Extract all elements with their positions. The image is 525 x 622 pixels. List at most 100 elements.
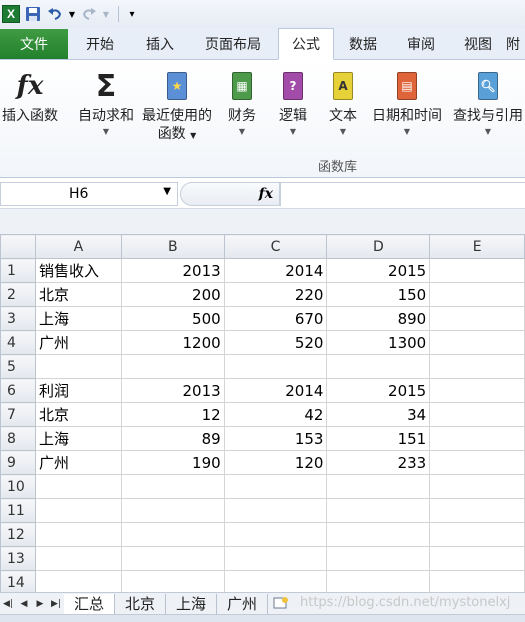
cell[interactable]: 上海 [34,306,122,331]
cell[interactable]: 42 [223,402,328,427]
cell[interactable]: 200 [120,282,225,307]
cell[interactable] [429,258,525,283]
cell[interactable]: 233 [326,450,431,475]
row-header[interactable]: 3 [0,306,36,331]
cell[interactable] [120,474,225,499]
cell[interactable]: 2013 [120,378,225,403]
first-sheet-icon[interactable]: ◀| [0,599,16,609]
tab-page-layout[interactable]: 页面布局 [188,29,278,59]
cell[interactable] [223,474,328,499]
cell[interactable]: 150 [326,282,431,307]
cell[interactable] [326,354,431,379]
row-header[interactable]: 12 [0,522,36,547]
cell[interactable]: 2015 [326,378,431,403]
insert-function-button[interactable]: fx 插入函数 [2,66,58,126]
cell[interactable] [120,354,225,379]
cell[interactable]: 广州 [34,450,122,475]
cell[interactable]: 890 [326,306,431,331]
row-header[interactable]: 4 [0,330,36,355]
cell[interactable] [429,402,525,427]
tab-home[interactable]: 开始 [68,29,132,59]
cell[interactable] [326,546,431,571]
cell[interactable] [223,570,328,592]
undo-dropdown-icon[interactable]: ▼ [68,5,76,23]
cell[interactable]: 销售收入 [34,258,122,283]
text-button[interactable]: A 文本 ▼ [329,66,357,138]
column-header-e[interactable]: E [429,234,525,259]
cell[interactable] [429,354,525,379]
row-header[interactable]: 6 [0,378,36,403]
tab-more[interactable]: 附 [506,29,525,59]
cell[interactable] [429,378,525,403]
cell[interactable]: 190 [120,450,225,475]
cell[interactable] [34,546,122,571]
cell[interactable] [429,570,525,592]
cell[interactable]: 2015 [326,258,431,283]
formula-input[interactable] [280,182,525,206]
insert-sheet-icon[interactable] [272,596,292,612]
cell[interactable] [429,498,525,523]
autosum-button[interactable]: Σ 自动求和 ▼ [78,66,134,138]
save-icon[interactable] [24,5,42,23]
cell[interactable] [429,426,525,451]
cell[interactable] [326,570,431,592]
cell[interactable] [34,570,122,592]
tab-formulas[interactable]: 公式 [278,28,334,60]
chevron-down-icon[interactable]: ▼ [163,186,171,197]
cell[interactable]: 151 [326,426,431,451]
row-header[interactable]: 14 [0,570,36,592]
cell[interactable] [326,474,431,499]
cell[interactable] [223,546,328,571]
cell[interactable]: 利润 [34,378,122,403]
row-header[interactable]: 8 [0,426,36,451]
datetime-button[interactable]: ▤ 日期和时间 ▼ [372,66,442,138]
cell[interactable]: 2014 [223,258,328,283]
cell[interactable] [223,498,328,523]
logical-button[interactable]: ? 逻辑 ▼ [279,66,307,138]
row-header[interactable]: 7 [0,402,36,427]
cell[interactable]: 广州 [34,330,122,355]
cell[interactable] [34,498,122,523]
sheet-tab-summary[interactable]: 汇总 [64,593,116,614]
cell[interactable]: 153 [223,426,328,451]
undo-icon[interactable] [46,5,64,23]
row-header[interactable]: 1 [0,258,36,283]
lookup-reference-button[interactable]: 🔍︎ 查找与引用 ▼ [453,66,523,138]
cell[interactable] [120,570,225,592]
sheet-tab-guangzhou[interactable]: 广州 [217,593,269,614]
cell[interactable]: 2013 [120,258,225,283]
column-header-c[interactable]: C [223,234,328,259]
cell[interactable] [34,522,122,547]
row-header[interactable]: 11 [0,498,36,523]
tab-review[interactable]: 审阅 [392,29,450,59]
cell[interactable] [120,522,225,547]
cell[interactable] [429,522,525,547]
prev-sheet-icon[interactable]: ◀ [16,599,32,609]
row-header[interactable]: 2 [0,282,36,307]
cell[interactable]: 520 [223,330,328,355]
cell[interactable] [429,306,525,331]
cell[interactable]: 89 [120,426,225,451]
recently-used-button[interactable]: ★ 最近使用的 函数 ▼ [142,66,212,144]
cell[interactable] [120,498,225,523]
financial-button[interactable]: ▦ 财务 ▼ [228,66,256,138]
cell[interactable]: 2014 [223,378,328,403]
cell[interactable] [326,498,431,523]
column-header-d[interactable]: D [326,234,431,259]
cell[interactable] [429,282,525,307]
cell[interactable]: 上海 [34,426,122,451]
cell[interactable] [223,354,328,379]
cell[interactable]: 1300 [326,330,431,355]
excel-logo-icon[interactable]: X [2,5,20,23]
redo-icon[interactable] [80,5,98,23]
cell[interactable] [429,546,525,571]
sheet-tab-shanghai[interactable]: 上海 [166,593,218,614]
column-header-a[interactable]: A [34,234,122,259]
customize-toolbar-icon[interactable]: ▾ [123,5,141,23]
row-header[interactable]: 5 [0,354,36,379]
tab-view[interactable]: 视图 [450,29,506,59]
cell[interactable] [120,546,225,571]
name-box[interactable]: H6 ▼ [0,182,178,206]
cell[interactable]: 500 [120,306,225,331]
cell[interactable]: 1200 [120,330,225,355]
